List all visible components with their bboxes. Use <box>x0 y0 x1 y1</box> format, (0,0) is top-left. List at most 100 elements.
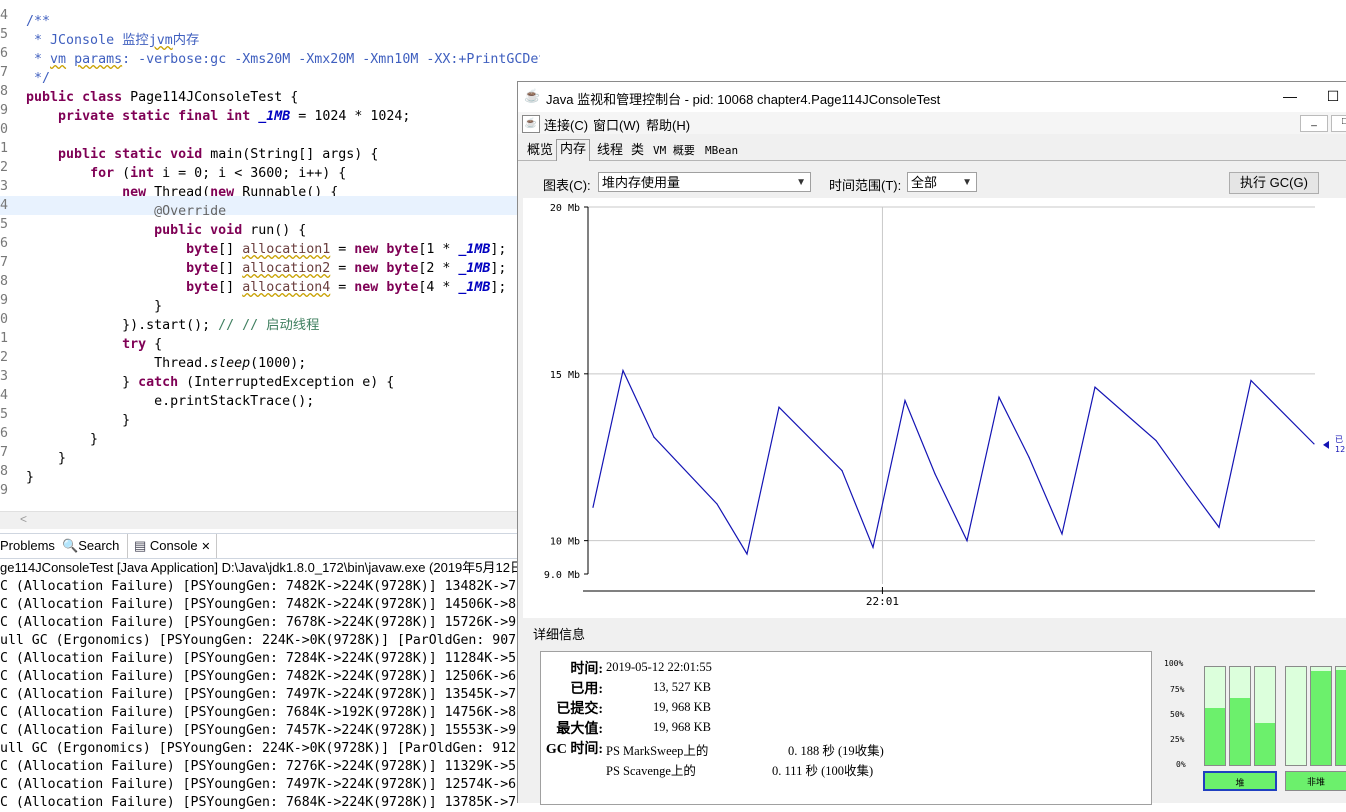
code-line[interactable]: 2 for (int i = 0; i < 3600; i++) { <box>0 158 540 181</box>
time-label: 时间: <box>570 662 603 677</box>
line-number: 8 <box>0 274 9 289</box>
code-line[interactable]: 6 } <box>0 424 540 447</box>
gc2-value: 0. 111 秒 (100收集) <box>772 764 874 778</box>
legend-glyph: 已 <box>1335 435 1343 444</box>
code-line[interactable]: 7 } <box>0 443 540 466</box>
nonheap-pool-bar-3[interactable] <box>1335 666 1346 766</box>
code-line[interactable]: 8 public class Page114JConsoleTest { <box>0 82 540 105</box>
gc1-name: PS MarkSweep上的 <box>606 744 709 758</box>
line-number: 8 <box>0 464 9 479</box>
code-line[interactable]: 6 * vm params: -verbose:gc -Xms20M -Xmx2… <box>0 44 540 67</box>
committed-value: 19, 968 KB <box>653 700 711 714</box>
window-title: Java 监视和管理控制台 - pid: 10068 chapter4.Page… <box>546 92 941 107</box>
menu-help[interactable]: 帮助(H) <box>646 115 690 134</box>
nonheap-button[interactable]: 非堆 <box>1285 771 1346 791</box>
code-line[interactable]: 9 <box>0 481 540 500</box>
max-label: 最大值: <box>556 722 603 737</box>
line-number: 7 <box>0 65 9 80</box>
line-number: 6 <box>0 236 9 251</box>
code-line[interactable]: 8 byte[] allocation4 = new byte[4 * _1MB… <box>0 272 540 295</box>
tab-classes[interactable]: 类 <box>628 141 647 159</box>
code-line[interactable]: 7 */ <box>0 63 540 86</box>
code-line[interactable]: 1 try { <box>0 329 540 352</box>
code-line[interactable]: 2 Thread.sleep(1000); <box>0 348 540 371</box>
minimize-button[interactable]: — <box>1280 86 1300 106</box>
code-line[interactable]: 5 public void run() { <box>0 215 540 238</box>
y-tick-label: 15 Mb <box>550 370 580 381</box>
heap-pool-bar-survivor[interactable] <box>1229 666 1251 766</box>
line-number: 9 <box>0 483 9 498</box>
line-number: 7 <box>0 255 9 270</box>
line-number: 9 <box>0 293 9 308</box>
tab-vm-summary[interactable]: VM 概要 <box>650 141 698 159</box>
range-select[interactable]: 全部 ▼ <box>907 172 977 192</box>
gc-time-label: GC 时间: <box>545 742 603 757</box>
nonheap-pool-bar-1[interactable] <box>1285 666 1307 766</box>
code-line[interactable]: 6 byte[] allocation1 = new byte[1 * _1MB… <box>0 234 540 257</box>
data-point <box>653 436 655 438</box>
tab-search[interactable]: 🔍Search <box>62 534 119 558</box>
code-editor[interactable]: 3 4 /**5 * JConsole 监控jvm内存6 * vm params… <box>0 0 540 512</box>
maximize-button[interactable]: ☐ <box>1323 86 1343 106</box>
used-value: 13, 527 KB <box>653 680 711 694</box>
console-line: C (Allocation Failure) [PSYoungGen: 7497… <box>0 777 517 792</box>
code-line[interactable]: 9 private static final int _1MB = 1024 *… <box>0 101 540 124</box>
code-line[interactable]: 9 } <box>0 291 540 314</box>
details-box: 时间: 2019-05-12 22:01:55 已用: 13, 527 KB 已… <box>540 651 1152 805</box>
plot-area <box>588 207 1315 574</box>
code-line[interactable]: 4 e.printStackTrace(); <box>0 386 540 409</box>
nonheap-pool-bar-2[interactable] <box>1310 666 1332 766</box>
heap-pool-bar-eden[interactable] <box>1204 666 1226 766</box>
data-point <box>1061 533 1063 535</box>
console-output[interactable]: C (Allocation Failure) [PSYoungGen: 7482… <box>0 578 540 812</box>
code-line[interactable]: 7 byte[] allocation2 = new byte[2 * _1MB… <box>0 253 540 276</box>
tab-memory[interactable]: 内存 <box>556 139 591 161</box>
chart-select[interactable]: 堆内存使用量 ▼ <box>598 172 811 192</box>
x-tick-label: 22:01 <box>866 595 899 608</box>
tab-overview[interactable]: 概览 <box>524 141 556 159</box>
code-line[interactable]: 0 <box>0 120 540 139</box>
scroll-left-icon[interactable]: < <box>20 512 27 526</box>
code-line[interactable]: 5 * JConsole 监控jvm内存 <box>0 25 540 48</box>
close-icon[interactable]: ✕ <box>201 541 210 553</box>
mdi-window-icon[interactable]: ☕ <box>522 115 540 133</box>
code-line[interactable]: 1 public static void main(String[] args)… <box>0 139 540 162</box>
tab-threads[interactable]: 线程 <box>594 141 626 159</box>
editor-horizontal-scrollbar[interactable]: < <box>0 511 540 529</box>
menu-connect[interactable]: 连接(C) <box>544 115 588 134</box>
gc1-value: 0. 188 秒 (19收集) <box>788 744 884 758</box>
menu-bar: ☕ 连接(C) 窗口(W) 帮助(H) _ □ <box>518 112 1346 134</box>
time-value: 2019-05-12 22:01:55 <box>606 660 712 674</box>
gc2-name: PS Scavenge上的 <box>606 764 696 778</box>
committed-label: 已提交: <box>556 702 603 717</box>
chart-svg: 20 Mb 15 Mb 10 Mb 9.0 Mb 22:01 已12 <box>544 203 1345 608</box>
code-line[interactable]: 0 }).start(); // // 启动线程 <box>0 310 540 333</box>
window-title-bar[interactable]: ☕ Java 监视和管理控制台 - pid: 10068 chapter4.Pa… <box>518 82 1346 112</box>
tab-console[interactable]: ▤ Console ✕ <box>127 534 218 558</box>
console-line: C (Allocation Failure) [PSYoungGen: 7284… <box>0 651 517 666</box>
tab-problems[interactable]: Problems <box>0 534 55 558</box>
pct-label: 75% <box>1170 685 1185 694</box>
menu-window[interactable]: 窗口(W) <box>593 115 640 134</box>
perform-gc-button[interactable]: 执行 GC(G) <box>1229 172 1319 194</box>
code-line[interactable]: 8 } <box>0 462 540 485</box>
heap-pool-bar-old[interactable] <box>1254 666 1276 766</box>
code-line[interactable]: 5 } <box>0 405 540 428</box>
tab-mbean[interactable]: MBean <box>702 141 741 159</box>
console-line: ull GC (Ergonomics) [PSYoungGen: 224K->0… <box>0 633 517 648</box>
code-line[interactable]: 4 /** <box>0 6 540 29</box>
heap-button[interactable]: 堆 <box>1203 771 1277 791</box>
y-tick-label: 10 Mb <box>550 537 580 548</box>
java-cup-icon: ☕ <box>524 88 541 103</box>
data-point <box>841 469 843 472</box>
line-number: 7 <box>0 445 9 460</box>
mdi-minimize-button[interactable]: _ <box>1300 115 1328 132</box>
console-line: C (Allocation Failure) [PSYoungGen: 7678… <box>0 615 517 630</box>
code-line[interactable]: 4 @Override <box>0 196 540 219</box>
y-tick-label: 20 Mb <box>550 203 580 214</box>
code-line[interactable]: 3 new Thread(new Runnable() { <box>0 177 540 200</box>
mdi-restore-button[interactable]: □ <box>1331 115 1346 132</box>
line-number: 5 <box>0 27 9 42</box>
code-line[interactable]: 3 } catch (InterruptedException e) { <box>0 367 540 390</box>
line-number: 4 <box>0 8 9 23</box>
